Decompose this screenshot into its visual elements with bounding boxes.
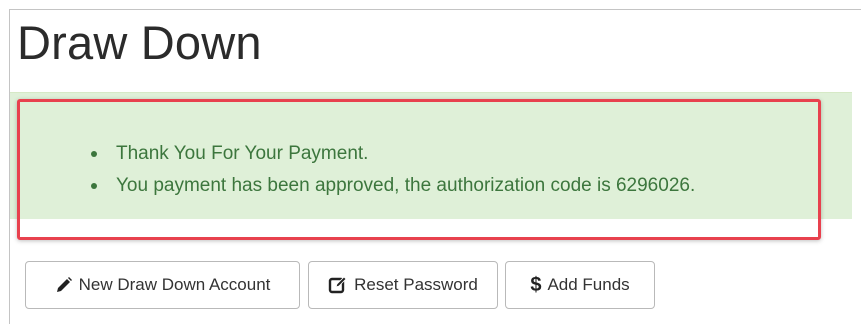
new-draw-down-account-label: New Draw Down Account: [78, 275, 271, 294]
alert-message-list: Thank You For Your Payment. You payment …: [88, 138, 695, 202]
add-funds-label: Add Funds: [547, 275, 630, 294]
edit-square-icon: [328, 276, 348, 294]
reset-password-label: Reset Password: [354, 275, 478, 294]
new-draw-down-account-button[interactable]: New Draw Down Account: [25, 261, 300, 309]
alert-message-item: You payment has been approved, the autho…: [88, 170, 695, 202]
page-title: Draw Down: [17, 16, 262, 69]
reset-password-button[interactable]: Reset Password: [308, 261, 498, 309]
bullet-icon: [91, 183, 97, 189]
alert-message-text: Thank You For Your Payment.: [116, 143, 369, 164]
alert-message-item: Thank You For Your Payment.: [88, 138, 695, 170]
bullet-icon: [91, 151, 97, 157]
alert-message-text: You payment has been approved, the autho…: [116, 175, 696, 196]
dollar-icon: $: [530, 274, 542, 296]
pencil-icon: [55, 276, 73, 294]
add-funds-button[interactable]: $ Add Funds: [505, 261, 655, 309]
